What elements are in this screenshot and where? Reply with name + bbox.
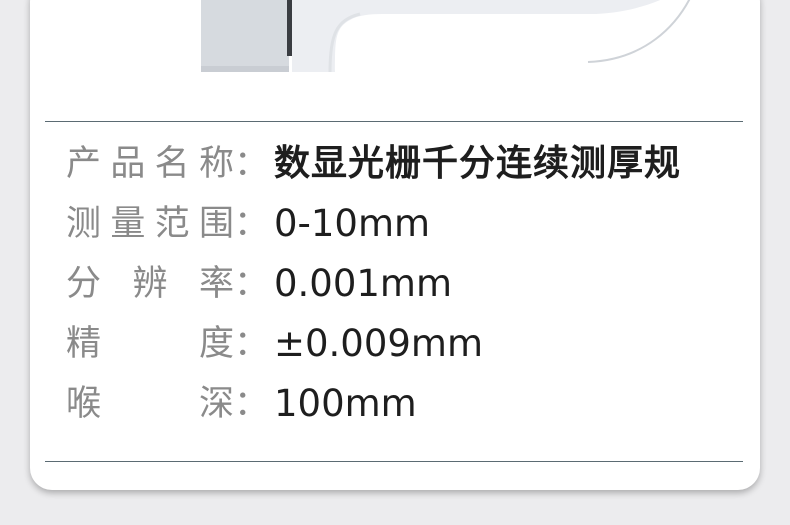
spec-colon: ： — [234, 204, 270, 244]
spec-label-char: 品 — [110, 144, 146, 184]
spec-row-product-name: 产品名称 ： 数显光栅千分连续测厚规 — [66, 142, 746, 186]
spec-label-char: 称 — [198, 144, 234, 184]
spec-value: 100mm — [274, 382, 417, 425]
spec-colon: ： — [234, 144, 270, 184]
spec-label: 分辨率 — [66, 262, 234, 306]
spec-label-char: 辨 — [132, 264, 168, 304]
spec-value: 0-10mm — [274, 202, 431, 245]
spec-row-range: 测量范围 ： 0-10mm — [66, 202, 746, 246]
spec-label-char: 量 — [110, 204, 146, 244]
spec-label-char: 分 — [66, 264, 102, 304]
spec-row-throat-depth: 喉深 ： 100mm — [66, 382, 746, 426]
spec-label-char: 深 — [198, 384, 234, 424]
spec-colon: ： — [234, 324, 270, 364]
spec-label: 产品名称 — [66, 142, 234, 186]
divider-bottom — [45, 461, 743, 462]
spec-label-char: 测 — [66, 204, 102, 244]
spec-label-char: 范 — [154, 204, 190, 244]
spec-card: 产品名称 ： 数显光栅千分连续测厚规 测量范围 ： 0-10mm 分辨率 ： 0… — [30, 0, 760, 490]
spec-value: ±0.009mm — [274, 322, 484, 365]
spec-label-char: 围 — [198, 204, 234, 244]
spec-label-char: 产 — [66, 144, 102, 184]
spec-row-resolution: 分辨率 ： 0.001mm — [66, 262, 746, 306]
spec-label-char: 率 — [198, 264, 234, 304]
spec-label: 测量范围 — [66, 202, 234, 246]
spec-label-char: 名 — [154, 144, 190, 184]
spec-label-char: 度 — [198, 324, 234, 364]
spec-row-accuracy: 精度 ： ±0.009mm — [66, 322, 746, 366]
spec-label: 精度 — [66, 322, 234, 366]
spec-value: 0.001mm — [274, 262, 453, 305]
divider-top — [45, 121, 743, 122]
spec-colon: ： — [234, 384, 270, 424]
product-photo — [201, 0, 691, 73]
spec-label: 喉深 — [66, 382, 234, 426]
spec-label-char: 精 — [66, 324, 102, 364]
spec-value: 数显光栅千分连续测厚规 — [274, 143, 682, 184]
spec-label-char: 喉 — [66, 384, 102, 424]
spec-colon: ： — [234, 264, 270, 304]
